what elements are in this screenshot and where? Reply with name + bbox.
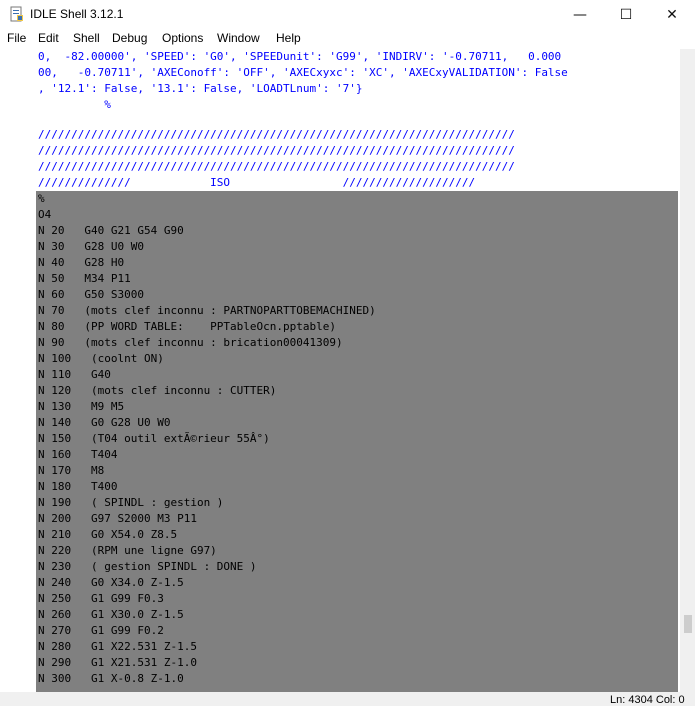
iso-line: N 110 G40 — [38, 368, 111, 381]
iso-line: N 140 G0 G28 U0 W0 — [38, 416, 171, 429]
shell-text-area[interactable]: 0, -82.00000', 'SPEED': 'G0', 'SPEEDunit… — [0, 49, 680, 692]
close-button[interactable]: ✕ — [649, 0, 695, 29]
iso-line: N 120 (mots clef inconnu : CUTTER) — [38, 384, 277, 397]
iso-line: N 130 M9 M5 — [38, 400, 125, 413]
iso-line: N 170 M8 — [38, 464, 105, 477]
maximize-button[interactable]: ☐ — [603, 0, 649, 29]
iso-line: N 80 (PP WORD TABLE: PPTableOcn.pptable) — [38, 320, 337, 333]
output-line: ////////////// ISO //////////////////// — [38, 176, 476, 189]
iso-line: N 200 G97 S2000 M3 P11 — [38, 512, 197, 525]
iso-line: N 100 (coolnt ON) — [38, 352, 164, 365]
status-bar: Ln: 4304 Col: 0 — [0, 692, 695, 706]
idle-app-icon — [10, 6, 23, 22]
vertical-scrollbar[interactable] — [680, 49, 695, 692]
iso-line: N 150 (T04 outil extÃ©rieur 55Â°) — [38, 432, 270, 445]
minimize-icon: — — [573, 6, 587, 23]
output-line: ////////////////////////////////////////… — [38, 160, 515, 173]
output-line: , '12.1': False, '13.1': False, 'LOADTLn… — [38, 82, 363, 95]
menu-window[interactable]: Window — [217, 31, 260, 45]
iso-line: O4 — [38, 208, 52, 221]
menu-help[interactable]: Help — [276, 31, 301, 45]
scrollbar-thumb[interactable] — [684, 615, 692, 633]
menu-bar: File Edit Shell Debug Options Window Hel… — [0, 29, 695, 49]
menu-shell[interactable]: Shell — [73, 31, 100, 45]
minimize-button[interactable]: — — [557, 0, 603, 29]
iso-line: N 40 G28 H0 — [38, 256, 125, 269]
iso-line: N 250 G1 G99 F0.3 — [38, 592, 164, 605]
iso-line: N 160 T404 — [38, 448, 118, 461]
iso-line: N 180 T400 — [38, 480, 118, 493]
maximize-icon: ☐ — [619, 6, 633, 23]
output-line: ////////////////////////////////////////… — [38, 128, 515, 141]
menu-file[interactable]: File — [7, 31, 26, 45]
iso-line: N 220 (RPM une ligne G97) — [38, 544, 217, 557]
iso-line: N 60 G50 S3000 — [38, 288, 144, 301]
output-line: ////////////////////////////////////////… — [38, 144, 515, 157]
iso-line: N 210 G0 X54.0 Z8.5 — [38, 528, 178, 541]
iso-line: N 240 G0 X34.0 Z-1.5 — [38, 576, 184, 589]
iso-line: % — [38, 192, 45, 205]
menu-debug[interactable]: Debug — [112, 31, 147, 45]
menu-edit[interactable]: Edit — [38, 31, 59, 45]
iso-line: N 70 (mots clef inconnu : PARTNOPARTTOBE… — [38, 304, 376, 317]
output-line: % — [38, 98, 111, 111]
close-icon: ✕ — [666, 6, 678, 23]
iso-line: N 20 G40 G21 G54 G90 — [38, 224, 184, 237]
iso-line: N 280 G1 X22.531 Z-1.5 — [38, 640, 197, 653]
output-line: 00, -0.70711', 'AXEConoff': 'OFF', 'AXEC… — [38, 66, 568, 79]
cursor-position: Ln: 4304 Col: 0 — [610, 694, 685, 706]
iso-line: N 230 ( gestion SPINDL : DONE ) — [38, 560, 257, 573]
iso-line: N 270 G1 G99 F0.2 — [38, 624, 164, 637]
iso-line: N 190 ( SPINDL : gestion ) — [38, 496, 224, 509]
window-title: IDLE Shell 3.12.1 — [30, 7, 124, 21]
iso-line: N 290 G1 X21.531 Z-1.0 — [38, 656, 197, 669]
output-line: 0, -82.00000', 'SPEED': 'G0', 'SPEEDunit… — [38, 50, 562, 63]
title-bar: IDLE Shell 3.12.1 — ☐ ✕ — [0, 0, 695, 29]
iso-line: N 50 M34 P11 — [38, 272, 131, 285]
iso-line: N 90 (mots clef inconnu : brication00041… — [38, 336, 343, 349]
iso-line: N 260 G1 X30.0 Z-1.5 — [38, 608, 184, 621]
iso-line: N 30 G28 U0 W0 — [38, 240, 144, 253]
iso-line: N 300 G1 X-0.8 Z-1.0 — [38, 672, 184, 685]
menu-options[interactable]: Options — [162, 31, 203, 45]
